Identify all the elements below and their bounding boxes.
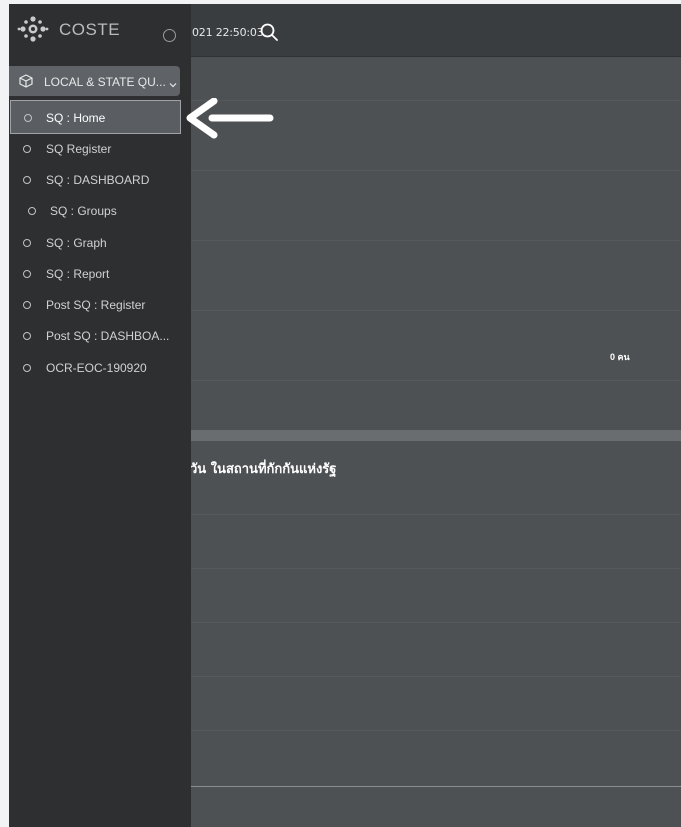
gridline — [191, 676, 681, 677]
chevron-down-icon — [169, 76, 177, 88]
gridline — [191, 310, 681, 311]
gridline — [191, 170, 681, 171]
sidebar-item-label: SQ : Graph — [46, 236, 107, 250]
gridline — [191, 568, 681, 569]
circle-icon — [24, 114, 32, 122]
sidebar-item-label: SQ : DASHBOARD — [46, 173, 150, 187]
search-icon[interactable] — [259, 22, 279, 42]
bottom-rule — [191, 786, 681, 787]
brand-name: COSTE — [59, 20, 121, 39]
sidebar-item-sq-dashboard[interactable]: SQ : DASHBOARD — [9, 166, 191, 194]
circle-icon — [23, 332, 31, 340]
sidebar-item-post-sq-register[interactable]: Post SQ : Register — [9, 291, 191, 319]
sidebar-item-label: SQ : Groups — [50, 204, 117, 218]
sidebar-item-label: SQ : Home — [46, 111, 106, 125]
sidebar-item-label: Post SQ : DASHBOA... — [46, 329, 170, 343]
cube-icon — [19, 74, 33, 88]
circle-icon — [23, 301, 31, 309]
sidebar-item-label: Post SQ : Register — [46, 298, 146, 312]
gridline — [191, 622, 681, 623]
sidebar-item-label: SQ Register — [46, 142, 112, 156]
gridline — [191, 514, 681, 515]
sidebar-item-sq-register[interactable]: SQ Register — [9, 135, 191, 163]
circle-icon — [23, 176, 31, 184]
sidebar: COSTE LOCAL & STATE QU... SQ : Home SQ R… — [9, 4, 191, 827]
gridline — [191, 240, 681, 241]
menu-section-label: LOCAL & STATE QU... — [44, 75, 166, 89]
gridline — [191, 730, 681, 731]
circle-icon — [28, 207, 36, 215]
menu-section-local-state[interactable]: LOCAL & STATE QU... — [9, 66, 180, 96]
sidebar-toggle[interactable] — [163, 29, 176, 42]
sidebar-item-sq-groups[interactable]: SQ : Groups — [9, 197, 191, 225]
sidebar-item-ocr-eoc[interactable]: OCR-EOC-190920 — [9, 354, 191, 382]
circle-icon — [23, 145, 31, 153]
count-label: 0 คน — [610, 352, 630, 362]
gridline — [191, 380, 681, 381]
logo-icon — [17, 14, 49, 44]
clock-text: 021 22:50:03 — [192, 26, 264, 39]
sidebar-item-sq-graph[interactable]: SQ : Graph — [9, 229, 191, 257]
sidebar-item-sq-report[interactable]: SQ : Report — [9, 260, 191, 288]
circle-icon — [23, 239, 31, 247]
panel-title: วัน ในสถานที่กักกันแห่งรัฐ — [190, 462, 337, 477]
sidebar-item-sq-home[interactable]: SQ : Home — [10, 100, 181, 134]
sidebar-item-label: OCR-EOC-190920 — [46, 361, 147, 375]
panel-divider — [191, 430, 681, 441]
sidebar-item-post-sq-dashboard[interactable]: Post SQ : DASHBOA... — [9, 322, 191, 350]
circle-icon — [23, 270, 31, 278]
sidebar-item-label: SQ : Report — [46, 267, 110, 281]
circle-icon — [23, 364, 31, 372]
arrow-left-icon — [180, 97, 274, 142]
